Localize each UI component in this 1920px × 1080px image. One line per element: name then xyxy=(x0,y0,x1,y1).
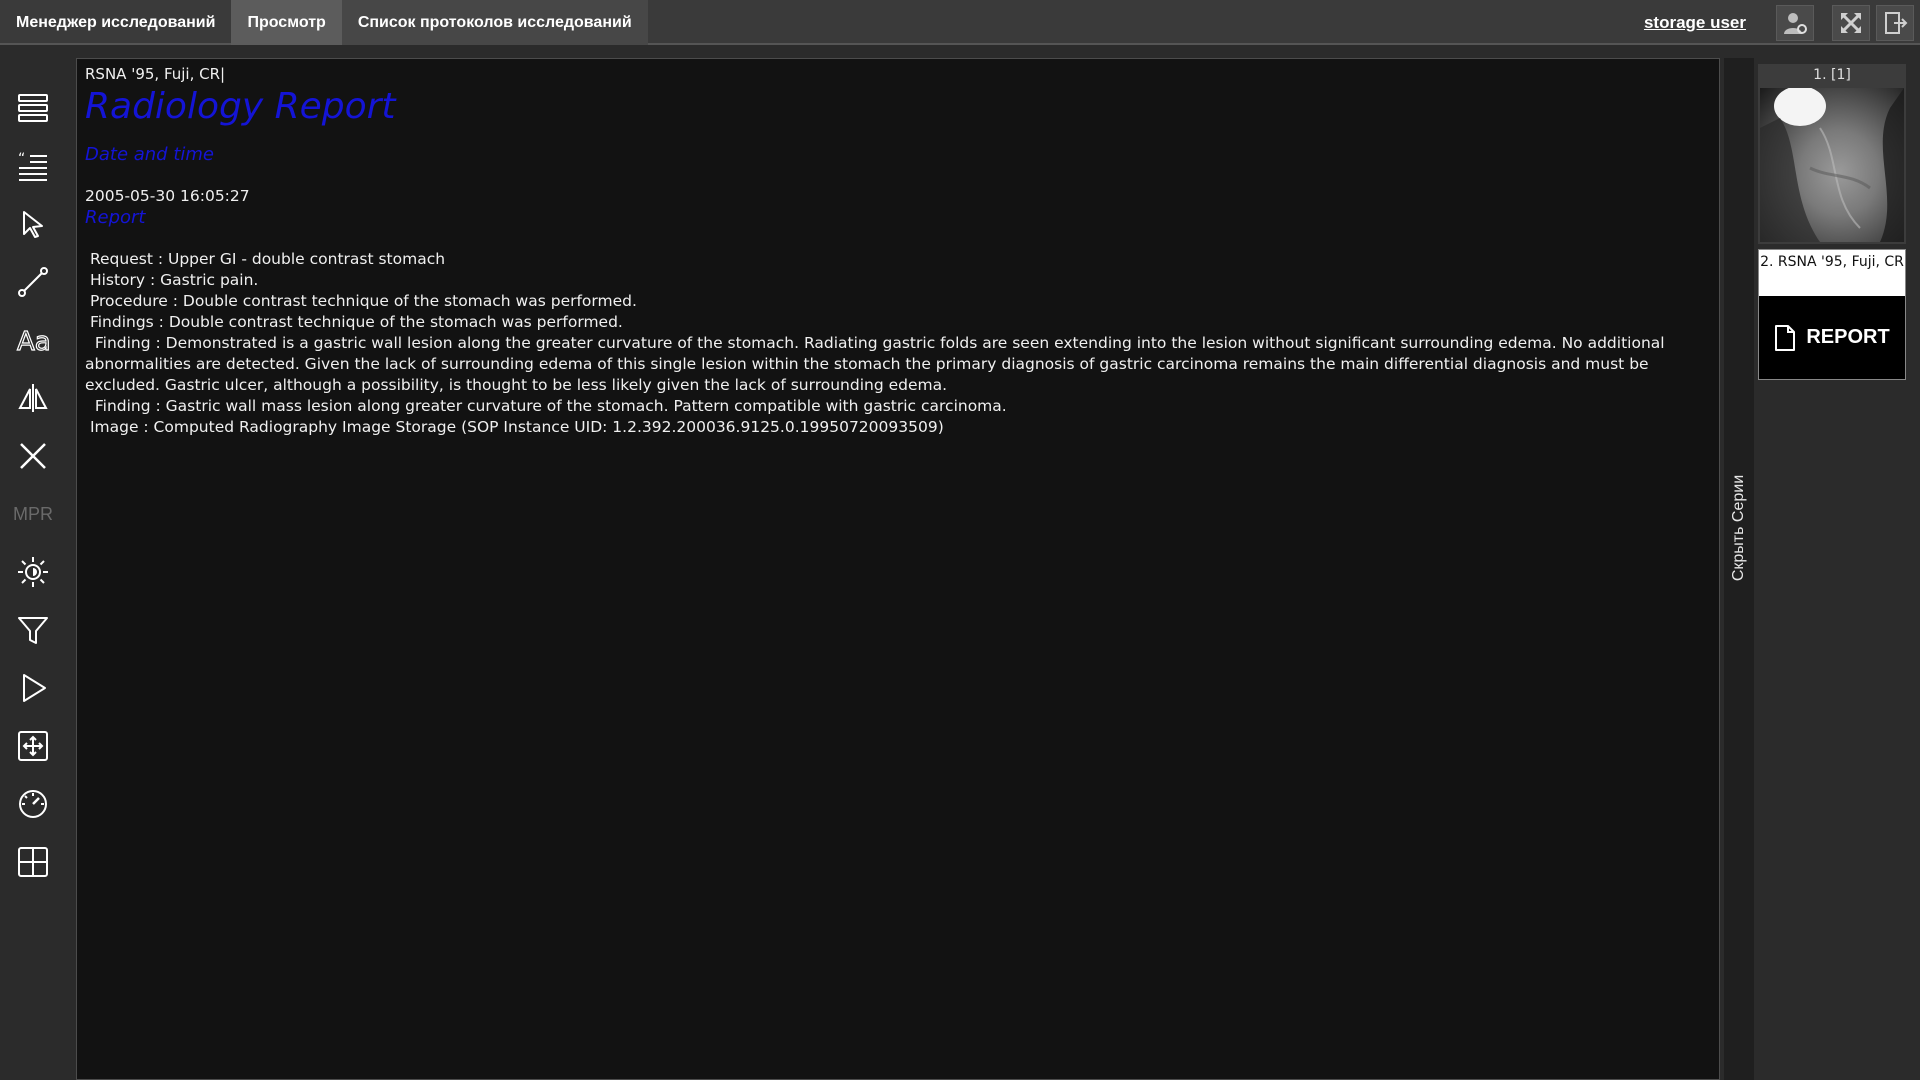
report-line-procedure: Procedure : Double contrast technique of… xyxy=(85,292,637,310)
report-text-tool[interactable]: “ xyxy=(10,143,56,189)
series-list-tool[interactable] xyxy=(10,85,56,131)
xray-thumbnail-image xyxy=(1760,88,1904,242)
close-icon xyxy=(20,443,46,469)
logout-icon xyxy=(1885,12,1908,34)
main-tabs: Менеджер исследований Просмотр Список пр… xyxy=(0,0,648,45)
report-line-history: History : Gastric pain. xyxy=(85,271,259,289)
fit-to-screen-tool[interactable] xyxy=(10,723,56,769)
quote-list-icon: “ xyxy=(18,151,47,181)
cine-speed-tool[interactable] xyxy=(10,781,56,827)
svg-text:Aa: Aa xyxy=(17,327,50,357)
pointer-tool[interactable] xyxy=(10,201,56,247)
top-bar: Менеджер исследований Просмотр Список пр… xyxy=(0,0,1920,45)
svg-text:“: “ xyxy=(18,151,25,167)
tab-viewer[interactable]: Просмотр xyxy=(231,0,342,45)
report-badge-label: REPORT xyxy=(1806,326,1890,348)
date-heading: Date and time xyxy=(85,144,214,165)
report-line-finding-2: Finding : Gastric wall mass lesion along… xyxy=(85,397,1007,415)
report-line-finding-1: Finding : Demonstrated is a gastric wall… xyxy=(85,334,1670,394)
text-aa-icon: Aa xyxy=(16,326,50,357)
window-level-tool[interactable] xyxy=(10,549,56,595)
date-value: 2005-05-30 16:05:27 xyxy=(85,187,250,205)
flip-tool[interactable] xyxy=(10,375,56,421)
hide-series-label: Скрыть Серии xyxy=(1730,474,1747,582)
hide-series-toggle[interactable]: Скрыть Серии xyxy=(1724,58,1754,1080)
report-line-findings: Findings : Double contrast technique of … xyxy=(85,313,623,331)
series-2-label: 2. RSNA '95, Fuji, CR xyxy=(1760,254,1904,270)
report-badge: REPORT xyxy=(1759,296,1905,379)
play-tool[interactable] xyxy=(10,665,56,711)
report-heading: Report xyxy=(85,207,146,228)
flip-horizontal-icon xyxy=(18,384,48,412)
layout-grid-tool[interactable] xyxy=(10,839,56,885)
grid-layout-icon xyxy=(18,847,48,877)
filter-tool[interactable] xyxy=(10,607,56,653)
series-header: RSNA '95, Fuji, CR| xyxy=(85,65,226,83)
series-thumbnail-1[interactable]: 1. [1] xyxy=(1758,64,1906,244)
ruler-line-icon xyxy=(18,267,48,297)
mpr-tool[interactable]: MPR xyxy=(10,491,56,537)
cursor-arrow-icon xyxy=(23,211,43,238)
user-settings-icon xyxy=(1784,13,1807,34)
brightness-icon xyxy=(18,557,48,587)
series-thumbnail-2[interactable]: 2. RSNA '95, Fuji, CR REPORT xyxy=(1758,249,1906,380)
play-icon xyxy=(23,674,46,702)
series-1-label: 1. [1] xyxy=(1813,67,1851,83)
user-link[interactable]: storage user xyxy=(1644,0,1746,45)
document-icon xyxy=(1775,324,1796,351)
logout-button[interactable] xyxy=(1876,5,1914,41)
left-toolbar: “ Aa MPR xyxy=(0,47,72,1080)
report-line-request: Request : Upper GI - double contrast sto… xyxy=(85,250,446,268)
fullscreen-button[interactable] xyxy=(1832,5,1870,41)
mpr-label: MPR xyxy=(13,503,53,524)
speedometer-icon xyxy=(19,790,47,818)
tab-study-manager[interactable]: Менеджер исследований xyxy=(0,0,231,45)
measure-line-tool[interactable] xyxy=(10,259,56,305)
report-title: Radiology Report xyxy=(85,86,396,127)
series-panel: 1. [1] 2. RSNA '95, Fuji, CR REPORT xyxy=(1754,58,1920,1080)
text-annotation-tool[interactable]: Aa xyxy=(10,317,56,363)
user-settings-button[interactable] xyxy=(1776,5,1814,41)
report-viewport[interactable]: RSNA '95, Fuji, CR| Radiology Report Dat… xyxy=(76,58,1720,1080)
stack-icon xyxy=(18,94,48,122)
report-body: Request : Upper GI - double contrast sto… xyxy=(85,249,1711,438)
filter-icon xyxy=(18,617,48,644)
tab-study-protocols[interactable]: Список протоколов исследований xyxy=(341,0,648,45)
clear-tool[interactable] xyxy=(10,433,56,479)
fullscreen-icon xyxy=(1841,13,1861,33)
fit-screen-icon xyxy=(18,731,48,761)
report-line-image: Image : Computed Radiography Image Stora… xyxy=(85,418,944,436)
